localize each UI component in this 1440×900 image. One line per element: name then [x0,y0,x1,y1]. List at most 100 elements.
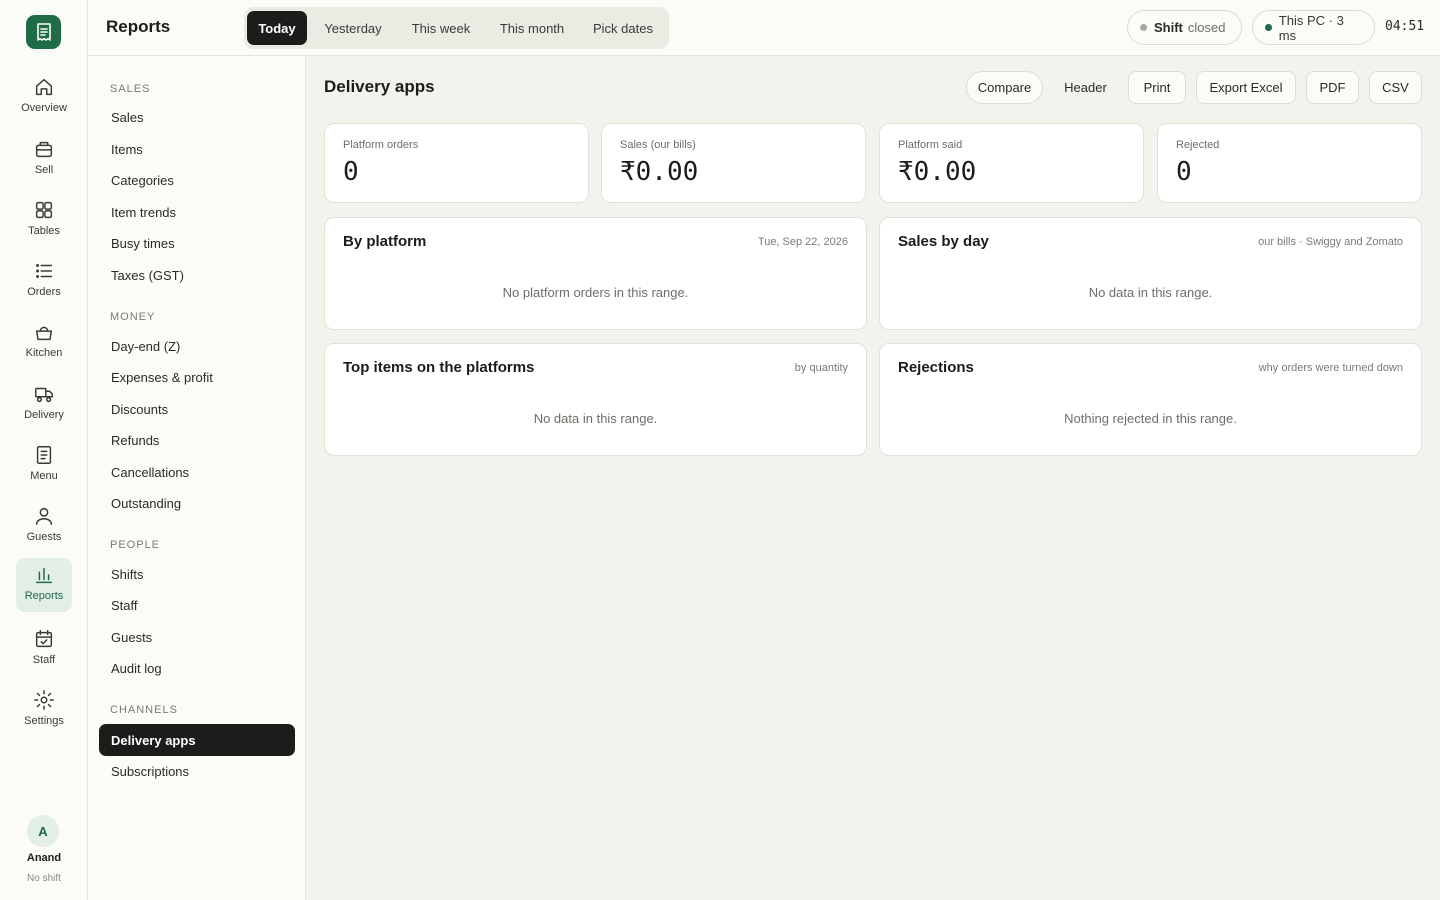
rail-item-tables[interactable]: Tables [16,193,72,248]
rail-label: Guests [26,531,62,543]
subnav-item-item-trends[interactable]: Item trends [99,196,295,228]
rail-label: Staff [32,654,56,666]
empty-state: No platform orders in this range. [502,285,689,300]
subnav-item-audit-log[interactable]: Audit log [99,652,295,684]
shift-status-pill[interactable]: Shift closed [1127,10,1242,45]
document-icon [36,446,52,464]
range-pick-dates[interactable]: Pick dates [581,11,665,45]
bar-chart-icon [35,567,53,584]
user-shift-status: No shift [27,873,61,884]
delivery-icon [35,387,53,403]
device-label: This PC · 3 ms [1278,12,1344,43]
subnav-item-refunds[interactable]: Refunds [99,424,295,456]
stat-rejected: Rejected 0 [1157,123,1422,203]
range-yesterday[interactable]: Yesterday [311,11,395,45]
subnav-item-expenses-profit[interactable]: Expenses & profit [99,361,295,393]
app-rail: Overview Sell Tables Orders Kitchen Deli… [0,0,88,900]
range-this-month[interactable]: This month [487,11,577,45]
app-logo[interactable] [26,15,61,49]
card-top-items: Top items on the platforms by quantity N… [324,343,867,456]
rail-item-orders[interactable]: Orders [16,254,72,309]
stat-label: Platform said [898,139,963,151]
pdf-button[interactable]: PDF [1306,71,1359,104]
stat-sales-our-bills: Sales (our bills) ₹0.00 [601,123,866,203]
rail-label: Orders [27,286,61,298]
rail-label: Menu [30,470,58,482]
subnav-item-shifts[interactable]: Shifts [99,558,295,590]
rail-item-settings[interactable]: Settings [16,683,72,738]
rail-item-menu[interactable]: Menu [16,438,72,493]
rail-label: Sell [34,164,54,176]
csv-button[interactable]: CSV [1369,71,1422,104]
print-button[interactable]: Print [1128,71,1186,104]
rail-item-kitchen[interactable]: Kitchen [16,315,72,370]
empty-state: No data in this range. [1088,285,1213,300]
grid-icon [35,201,53,219]
subnav-item-cancellations[interactable]: Cancellations [99,456,295,488]
list-icon [36,264,53,278]
subnav-item-subscriptions[interactable]: Subscriptions [99,755,295,787]
subnav-section-people: People [110,539,161,551]
card-meta: our bills · Swiggy and Zomato [1258,236,1403,248]
stat-platform-said: Platform said ₹0.00 [879,123,1144,203]
rail-item-sell[interactable]: Sell [16,132,72,187]
card-meta: by quantity [794,362,848,374]
page-title: Delivery apps [324,77,435,96]
subnav-section-channels: Channels [110,704,178,716]
receipt-icon [36,23,51,41]
card-title: Top items on the platforms [343,359,535,376]
subnav-item-busy-times[interactable]: Busy times [99,227,295,259]
subnav-item-outstanding[interactable]: Outstanding [99,487,295,519]
range-today[interactable]: Today [247,11,307,45]
subnav-item-guests[interactable]: Guests [99,621,295,653]
top-bar: Reports Today Yesterday This week This m… [88,0,1440,56]
user-name: Anand [26,852,62,864]
subnav-item-staff[interactable]: Staff [99,589,295,621]
subnav-item-taxes[interactable]: Taxes (GST) [99,259,295,291]
reports-subnav: Sales Sales Items Categories Item trends… [88,56,306,900]
subnav-item-items[interactable]: Items [99,133,295,165]
section-title: Reports [106,17,171,36]
range-this-week[interactable]: This week [399,11,483,45]
rail-item-overview[interactable]: Overview [16,70,72,125]
stat-value: ₹0.00 [898,157,977,187]
rail-item-delivery[interactable]: Delivery [16,377,72,432]
header-button[interactable]: Header [1053,71,1118,104]
stat-label: Rejected [1176,139,1220,151]
rail-item-reports[interactable]: Reports [16,558,72,612]
rail-item-staff[interactable]: Staff [16,622,72,677]
user-avatar[interactable]: A [27,815,59,847]
stat-value: 0 [343,157,359,187]
stat-label: Sales (our bills) [620,139,696,151]
subnav-section-sales: Sales [110,83,151,95]
stat-value: 0 [1176,157,1192,187]
compare-button[interactable]: Compare [966,71,1043,104]
card-title: Rejections [898,359,974,376]
subnav-item-delivery-apps[interactable]: Delivery apps [99,724,295,756]
date-range-selector: Today Yesterday This week This month Pic… [244,7,669,49]
card-title: Sales by day [898,233,989,250]
shift-label: Shift [1154,20,1183,35]
home-icon [35,78,53,96]
subnav-item-discounts[interactable]: Discounts [99,393,295,425]
rail-label: Overview [21,102,67,114]
basket-icon [35,326,53,341]
rail-label: Tables [28,225,60,237]
shift-status: closed [1187,20,1226,35]
gear-icon [34,690,54,710]
rail-item-guests[interactable]: Guests [16,499,72,554]
rail-label: Delivery [24,409,64,421]
register-icon [35,141,53,158]
subnav-item-sales[interactable]: Sales [99,101,295,133]
connection-dot [1265,24,1272,31]
empty-state: Nothing rejected in this range. [1064,411,1237,426]
rail-label: Reports [24,590,64,602]
stat-platform-orders: Platform orders 0 [324,123,589,203]
subnav-section-money: Money [110,311,156,323]
subnav-item-day-end[interactable]: Day-end (Z) [99,330,295,362]
subnav-item-categories[interactable]: Categories [99,164,295,196]
rail-label: Kitchen [25,347,63,359]
device-status-pill[interactable]: This PC · 3 ms [1252,10,1375,45]
stat-value: ₹0.00 [620,157,699,187]
export-excel-button[interactable]: Export Excel [1196,71,1296,104]
